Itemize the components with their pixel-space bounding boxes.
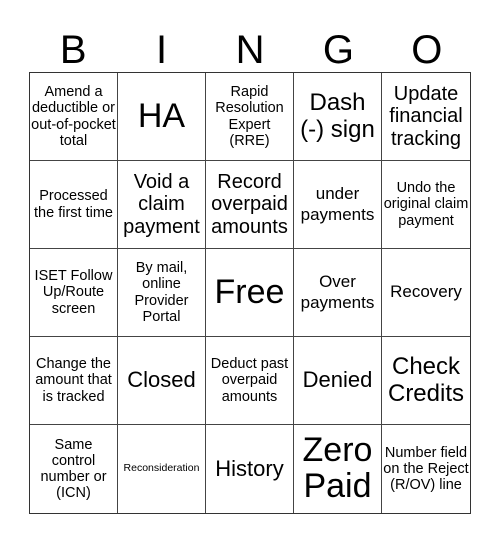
header-letter-o: O [411,28,443,72]
bingo-cell[interactable]: Same control number or (ICN) [30,425,118,513]
free-space-cell[interactable]: Free [206,249,294,337]
header-letter-g: G [322,28,354,72]
bingo-cell[interactable]: HA [118,73,206,161]
bingo-cell[interactable]: History [206,425,294,513]
bingo-cell[interactable]: Check Credits [382,337,470,425]
header-letter-b: B [59,28,87,72]
bingo-cell[interactable]: Reconsideration [118,425,206,513]
bingo-cell[interactable]: Void a claim payment [118,161,206,249]
bingo-cell[interactable]: Zero Paid [294,425,382,513]
bingo-cell[interactable]: Over payments [294,249,382,337]
bingo-cell[interactable]: Processed the first time [30,161,118,249]
bingo-cell[interactable]: Record overpaid amounts [206,161,294,249]
bingo-cell[interactable]: Change the amount that is tracked [30,337,118,425]
bingo-cell[interactable]: By mail, online Provider Portal [118,249,206,337]
bingo-cell[interactable]: Update financial tracking [382,73,470,161]
bingo-cell[interactable]: Number field on the Reject (R/OV) line [382,425,470,513]
bingo-grid: Amend a deductible or out-of-pocket tota… [29,72,471,514]
header-letter-i: I [156,28,168,72]
bingo-cell[interactable]: Rapid Resolution Expert (RRE) [206,73,294,161]
bingo-cell[interactable]: ISET Follow Up/Route screen [30,249,118,337]
header-letter-n: N [235,28,265,72]
bingo-cell[interactable]: Undo the original claim payment [382,161,470,249]
bingo-cell[interactable]: Denied [294,337,382,425]
bingo-cell[interactable]: Dash (-) sign [294,73,382,161]
bingo-cell[interactable]: Recovery [382,249,470,337]
bingo-cell[interactable]: Amend a deductible or out-of-pocket tota… [30,73,118,161]
bingo-cell[interactable]: under payments [294,161,382,249]
bingo-cell[interactable]: Closed [118,337,206,425]
bingo-header: B I N G O [29,28,471,72]
bingo-cell[interactable]: Deduct past overpaid amounts [206,337,294,425]
